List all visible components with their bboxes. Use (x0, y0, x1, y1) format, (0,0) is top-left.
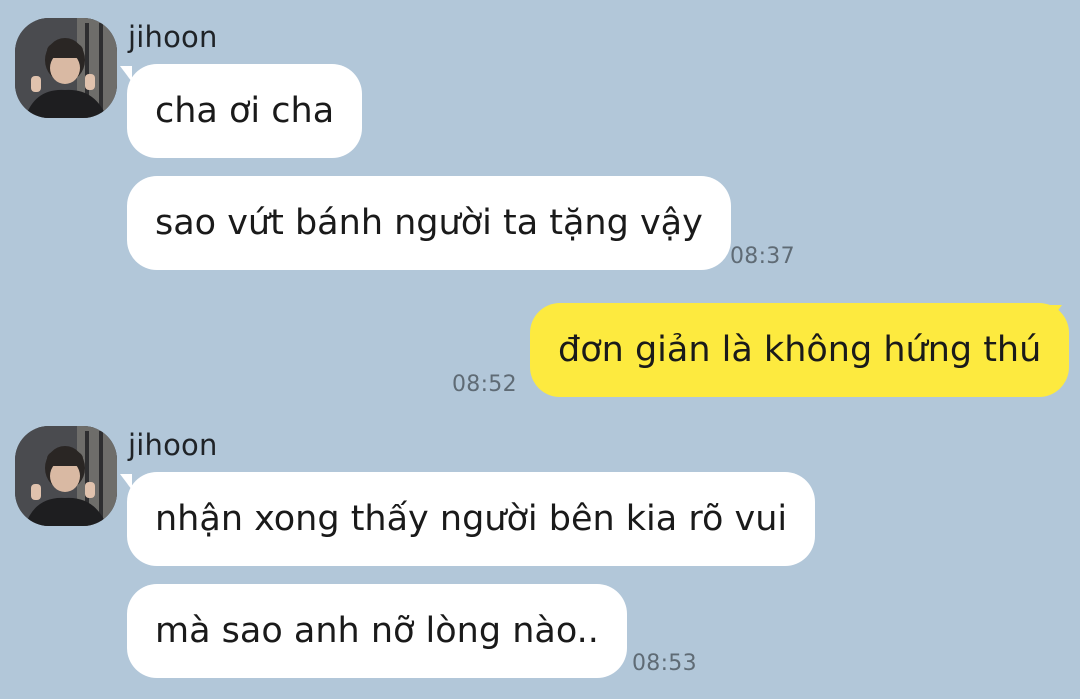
message-bubble[interactable]: cha ơi cha (127, 64, 363, 158)
message-bubble-outgoing[interactable]: đơn giản là không hứng thú (530, 303, 1070, 397)
chat-thread: jihoon cha ơi cha sao vứt bánh người ta … (0, 0, 1080, 699)
avatar[interactable] (15, 18, 117, 118)
message-bubble[interactable]: nhận xong thấy người bên kia rõ vui (127, 472, 816, 566)
sender-name: jihoon (128, 20, 218, 54)
message-time: 08:53 (632, 651, 697, 676)
bubble-tail (1050, 305, 1062, 321)
message-time: 08:52 (452, 372, 517, 397)
message-bubble[interactable]: sao vứt bánh người ta tặng vậy (127, 176, 731, 270)
sender-name: jihoon (128, 428, 218, 462)
avatar[interactable] (15, 426, 117, 526)
message-bubble[interactable]: mà sao anh nỡ lòng nào.. (127, 584, 627, 678)
message-time: 08:37 (730, 244, 795, 269)
